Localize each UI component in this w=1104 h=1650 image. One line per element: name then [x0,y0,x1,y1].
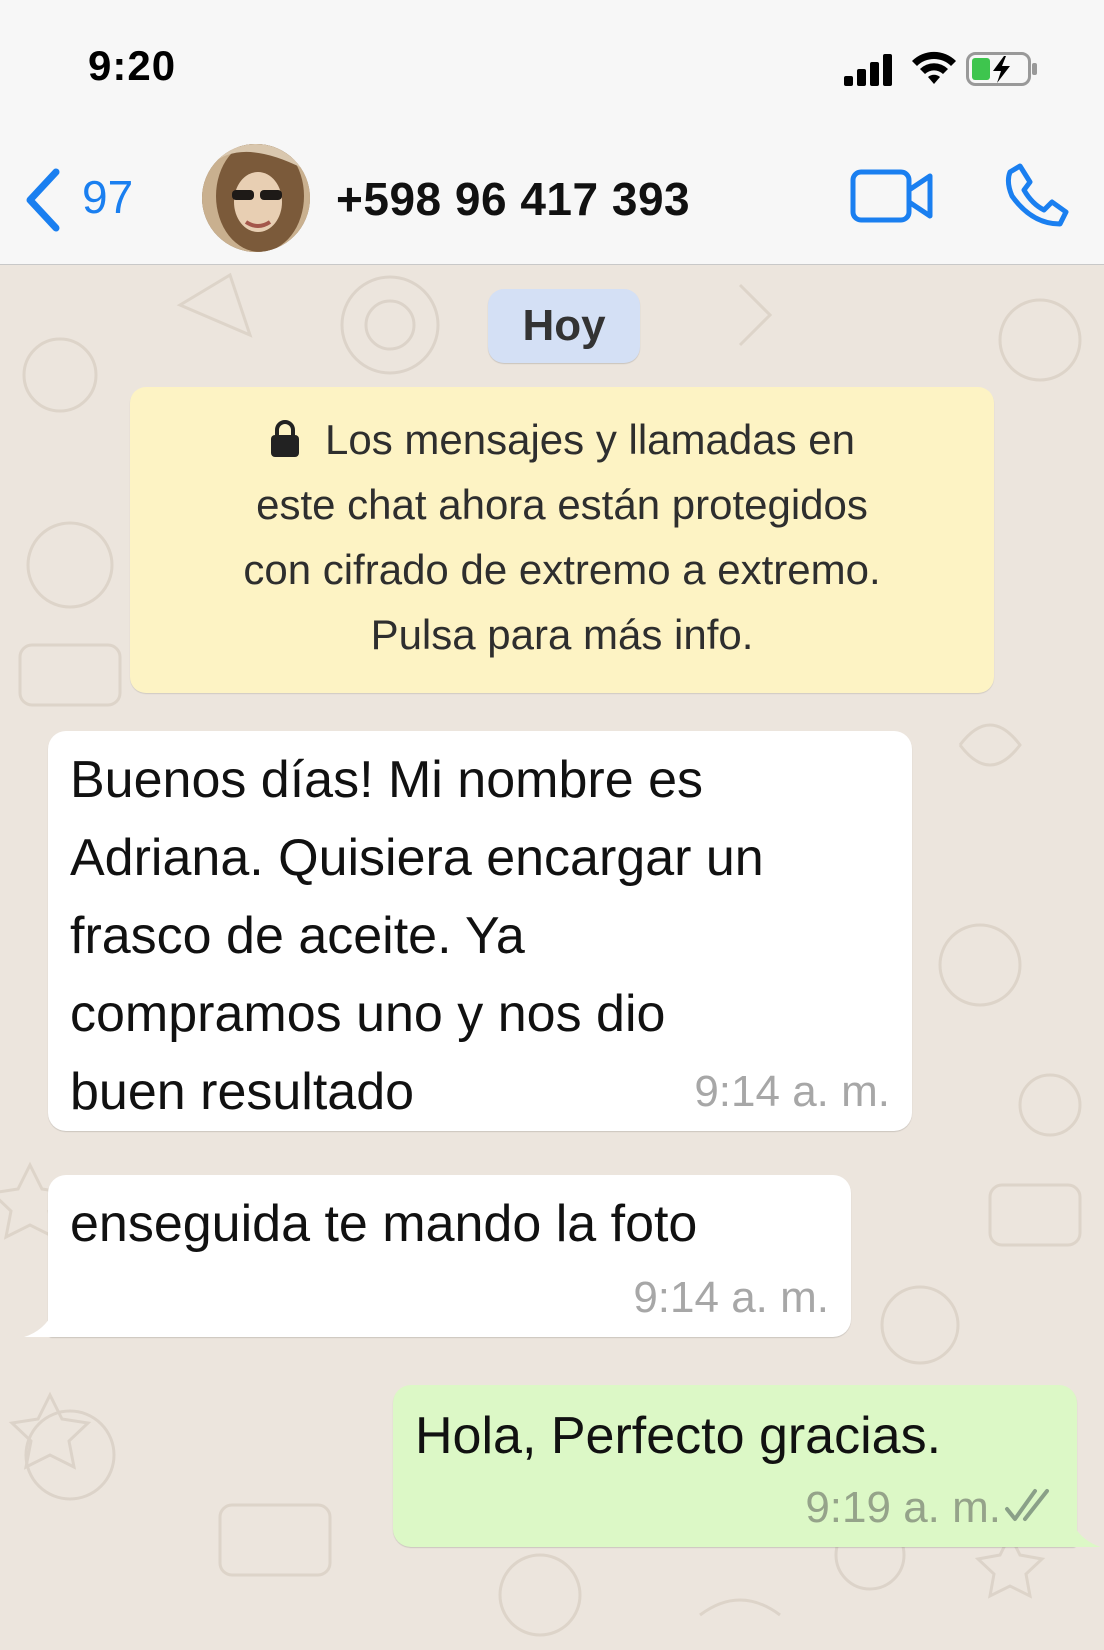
contact-name[interactable]: +598 96 417 393 [336,172,690,226]
bubble-tail [24,1311,54,1337]
message-timestamp: 9:14 a. m. [633,1273,829,1322]
chat-area[interactable]: Hoy Los mensajes y llamadas en este chat… [0,265,1104,1650]
encryption-notice-text-2: este chat ahora están protegidos [256,481,868,528]
back-button[interactable]: 97 [22,164,152,234]
status-bar: 9:20 [0,0,1104,132]
video-call-button[interactable] [850,166,934,226]
message-timestamp: 9:14 a. m. [694,1067,890,1116]
avatar-photo [202,144,310,252]
encryption-notice-text-1: Los mensajes y llamadas en [325,416,855,463]
message-timestamp: 9:19 a. m. [805,1483,1001,1532]
message-text: enseguida te mando la foto [70,1195,698,1253]
message-text-line: frasco de aceite. Ya [70,907,525,965]
bubble-tail [1071,1521,1101,1547]
phone-icon [1005,163,1069,227]
message-text-line: compramos uno y nos dio [70,985,666,1043]
voice-call-button[interactable] [1002,160,1072,230]
encryption-notice-text-3: con cifrado de extremo a extremo. [243,546,881,593]
unread-count: 97 [82,171,134,223]
cellular-signal-icon [844,54,892,86]
message-bubble-incoming[interactable]: enseguida te mando la foto 9:14 a. m. [24,1175,851,1337]
video-camera-icon [850,169,933,223]
encryption-notice[interactable]: Los mensajes y llamadas en este chat aho… [130,387,994,693]
status-time: 9:20 [88,42,177,89]
chat-header: 97 +598 96 417 393 [0,132,1104,265]
message-bubble-outgoing[interactable]: Hola, Perfecto gracias. 9:19 a. m. [393,1385,1101,1547]
date-separator: Hoy [488,289,640,363]
battery-charging-icon [966,52,1037,86]
message-bubble-incoming[interactable]: Buenos días! Mi nombre es Adriana. Quisi… [48,731,912,1131]
chevron-left-icon [26,168,60,232]
wifi-icon [912,51,956,84]
message-text: Hola, Perfecto gracias. [415,1407,942,1465]
read-double-check-icon [1005,1489,1049,1521]
message-text-line: Buenos días! Mi nombre es [70,751,703,809]
encryption-notice-line: Los mensajes y llamadas en [130,407,994,472]
message-text-line: Adriana. Quisiera encargar un [70,829,764,887]
contact-avatar[interactable] [202,144,310,252]
lock-icon [271,420,300,457]
encryption-notice-text-4: Pulsa para más info. [370,611,754,658]
